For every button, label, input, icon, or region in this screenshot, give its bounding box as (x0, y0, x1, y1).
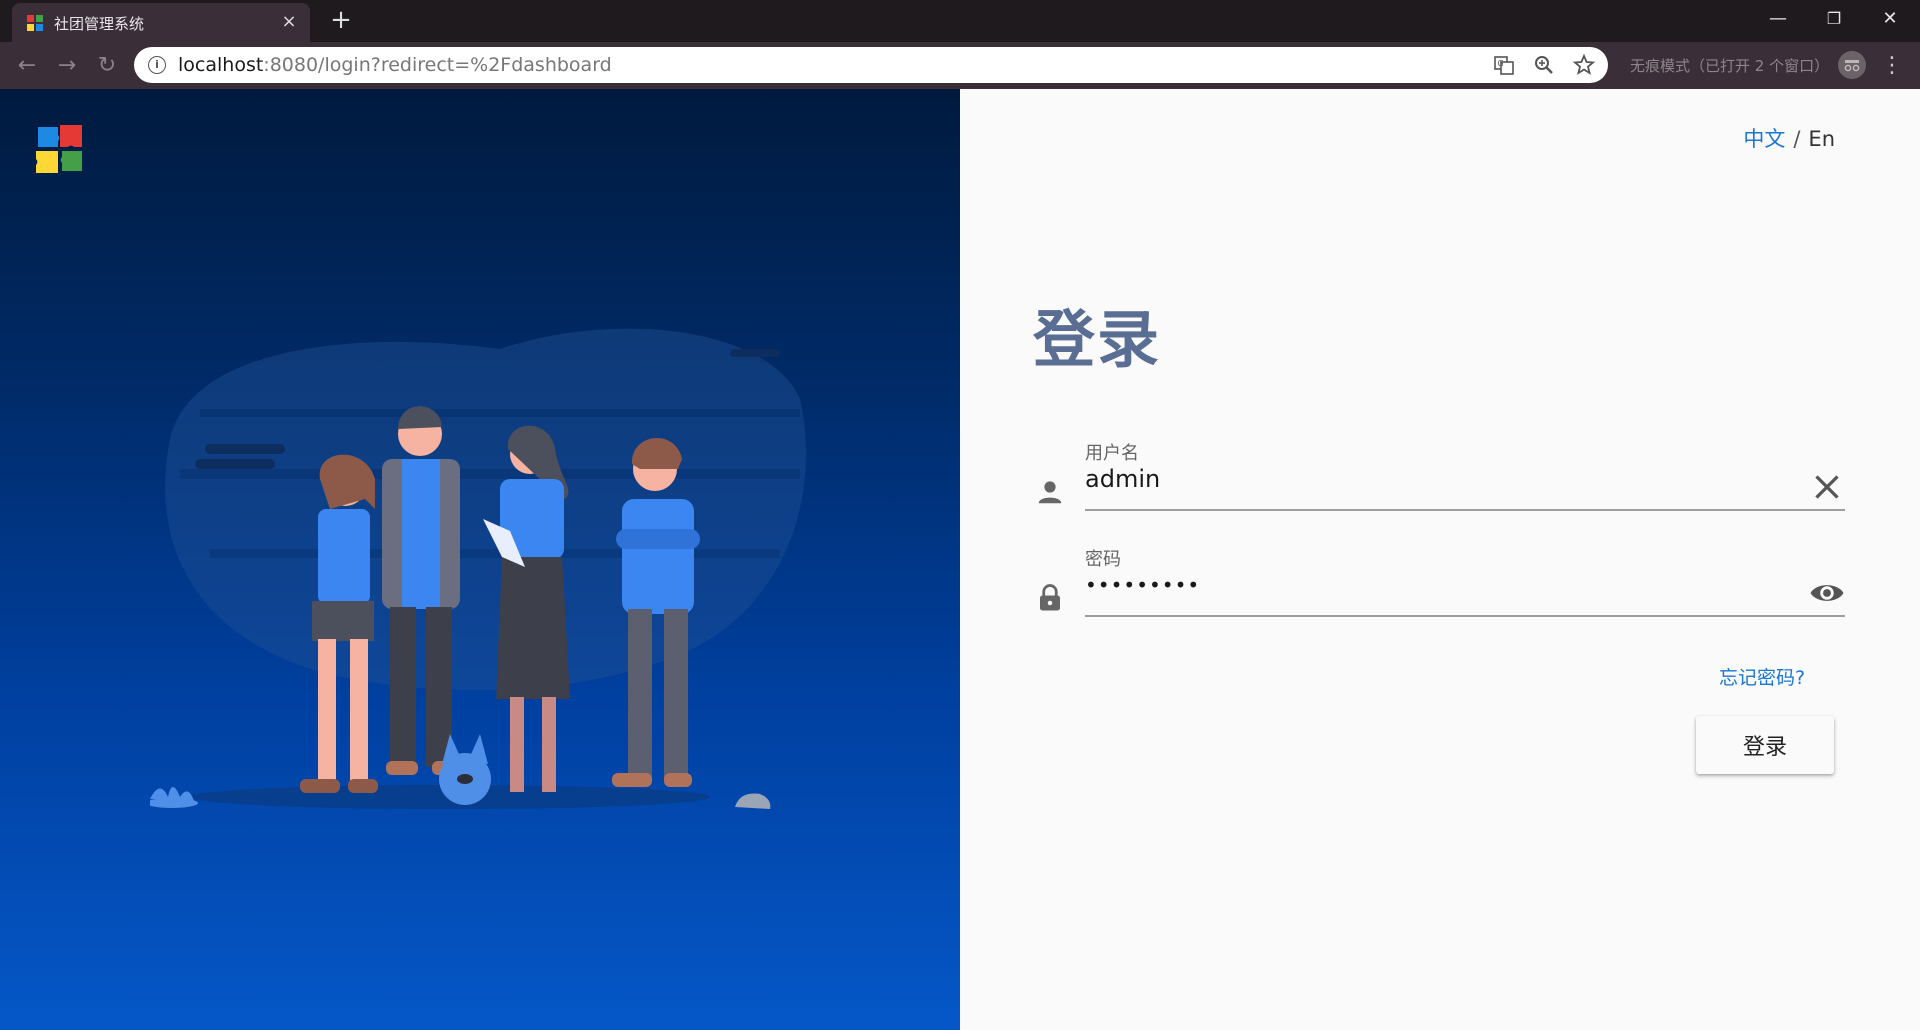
login-page: 中文 / En 登录 用户名 admin 密码 ••••••••• 忘记密码? … (0, 89, 1920, 1030)
window-restore-button[interactable]: ❐ (1806, 0, 1862, 38)
language-switcher: 中文 / En (1743, 123, 1835, 153)
url-host: localhost (178, 54, 264, 76)
svg-text:G: G (1498, 59, 1504, 68)
zoom-icon[interactable] (1532, 53, 1556, 77)
incognito-label: 无痕模式（已打开 2 个窗口） (1630, 57, 1830, 75)
clear-close-icon[interactable] (1809, 469, 1845, 505)
login-button[interactable]: 登录 (1696, 716, 1834, 774)
person-icon (1038, 481, 1062, 504)
site-info-icon[interactable]: i (148, 56, 166, 74)
language-separator: / (1793, 127, 1801, 151)
url-path: :8080/login?redirect=%2Fdashboard (263, 54, 612, 76)
address-url[interactable]: localhost:8080/login?redirect=%2Fdashboa… (178, 54, 612, 76)
puzzle-logo-icon (36, 125, 82, 173)
puzzle-favicon-icon (27, 15, 43, 31)
illustration-panel (0, 89, 960, 1030)
window-minimize-button[interactable]: — (1750, 0, 1806, 38)
page-title: 登录 (1033, 303, 1162, 376)
browser-menu-icon[interactable]: ⋮ (1880, 51, 1904, 81)
window-close-button[interactable]: ✕ (1862, 0, 1918, 38)
username-input[interactable]: admin (1085, 465, 1160, 493)
password-label: 密码 (1085, 549, 1121, 570)
tab-title: 社团管理系统 (54, 15, 145, 33)
new-tab-button[interactable]: + (326, 5, 356, 35)
reload-icon[interactable]: ↻ (92, 51, 122, 81)
forward-arrow-icon[interactable]: → (52, 51, 82, 81)
bookmark-star-icon[interactable] (1572, 53, 1596, 77)
team-illustration (150, 328, 806, 809)
translate-icon[interactable]: G (1492, 53, 1516, 77)
browser-toolbar: ← → ↻ i localhost:8080/login?redirect=%2… (0, 42, 1920, 89)
incognito-avatar-icon[interactable] (1838, 51, 1866, 79)
username-field: 用户名 admin (1035, 439, 1845, 519)
login-panel: 中文 / En 登录 用户名 admin 密码 ••••••••• 忘记密码? … (960, 89, 1920, 1030)
password-underline (1085, 615, 1845, 617)
eye-visibility-icon[interactable] (1809, 575, 1845, 611)
password-field: 密码 ••••••••• (1035, 545, 1845, 625)
tab-close-icon[interactable]: × (278, 11, 300, 33)
language-en-link[interactable]: En (1808, 127, 1835, 151)
forgot-password-link[interactable]: 忘记密码? (1719, 663, 1805, 690)
browser-tabstrip: 社团管理系统 × + — ❐ ✕ (0, 0, 1920, 42)
password-input[interactable]: ••••••••• (1085, 573, 1200, 597)
browser-tab[interactable]: 社团管理系统 × (12, 3, 310, 42)
username-underline (1085, 509, 1845, 511)
username-label: 用户名 (1085, 443, 1139, 464)
lock-icon (1040, 584, 1060, 611)
address-bar[interactable]: i localhost:8080/login?redirect=%2Fdashb… (134, 47, 1608, 83)
back-arrow-icon[interactable]: ← (12, 51, 42, 81)
language-zh-link[interactable]: 中文 (1743, 127, 1785, 151)
